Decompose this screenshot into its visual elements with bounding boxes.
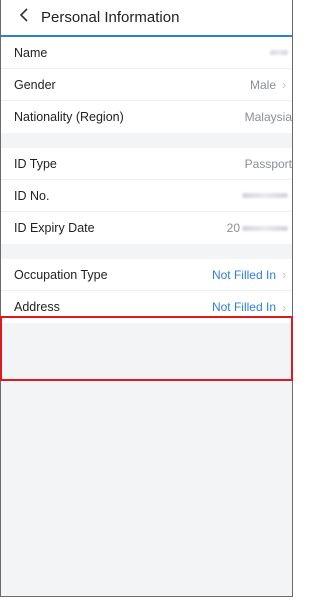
top-bar: Personal Information [1, 0, 292, 37]
nationality-row: Nationality (Region) Malaysia [1, 101, 292, 133]
row-label: ID No. [14, 188, 50, 203]
row-value: Passport [244, 156, 292, 171]
gender-row[interactable]: Gender Male › [1, 69, 292, 101]
row-label: ID Expiry Date [14, 221, 95, 235]
section-divider [1, 133, 292, 148]
chevron-right-icon: › [282, 299, 287, 315]
row-value: Malaysia [244, 110, 292, 124]
row-label: Gender [14, 77, 56, 92]
row-value: 20 [226, 221, 240, 235]
basic-info-group: Name Gender Male › Nationality (Region) … [1, 37, 292, 133]
occupation-type-row[interactable]: Occupation Type Not Filled In › [1, 259, 292, 291]
address-row[interactable]: Address Not Filled In › [1, 291, 292, 323]
section-divider [1, 244, 292, 259]
chevron-right-icon: › [282, 267, 287, 282]
row-value: Not Filled In [211, 267, 276, 282]
row-label: ID Type [14, 156, 57, 171]
chevron-left-icon [19, 8, 29, 27]
id-expiry-row: ID Expiry Date 20 [1, 212, 292, 244]
back-button[interactable] [13, 7, 35, 29]
row-label: Nationality (Region) [14, 110, 124, 124]
page-title: Personal Information [41, 9, 180, 26]
redacted-expiry-date [242, 225, 288, 231]
name-row: Name [1, 37, 292, 69]
row-label: Address [14, 300, 60, 314]
row-label: Occupation Type [14, 267, 108, 282]
redacted-id-number [242, 193, 288, 198]
chevron-right-icon: › [282, 77, 287, 92]
id-no-row: ID No. [1, 180, 292, 212]
row-label: Name [14, 45, 48, 60]
redacted-name [270, 50, 288, 55]
row-value: Male [249, 77, 276, 92]
additional-info-group: Occupation Type Not Filled In › Address … [1, 259, 292, 323]
id-info-group: ID Type Passport ID No. ID Expiry Date 2… [1, 148, 292, 244]
id-type-row: ID Type Passport [1, 148, 292, 180]
personal-info-screen: Personal Information Name Gender Male › … [0, 0, 293, 597]
row-value: Not Filled In [211, 300, 276, 314]
